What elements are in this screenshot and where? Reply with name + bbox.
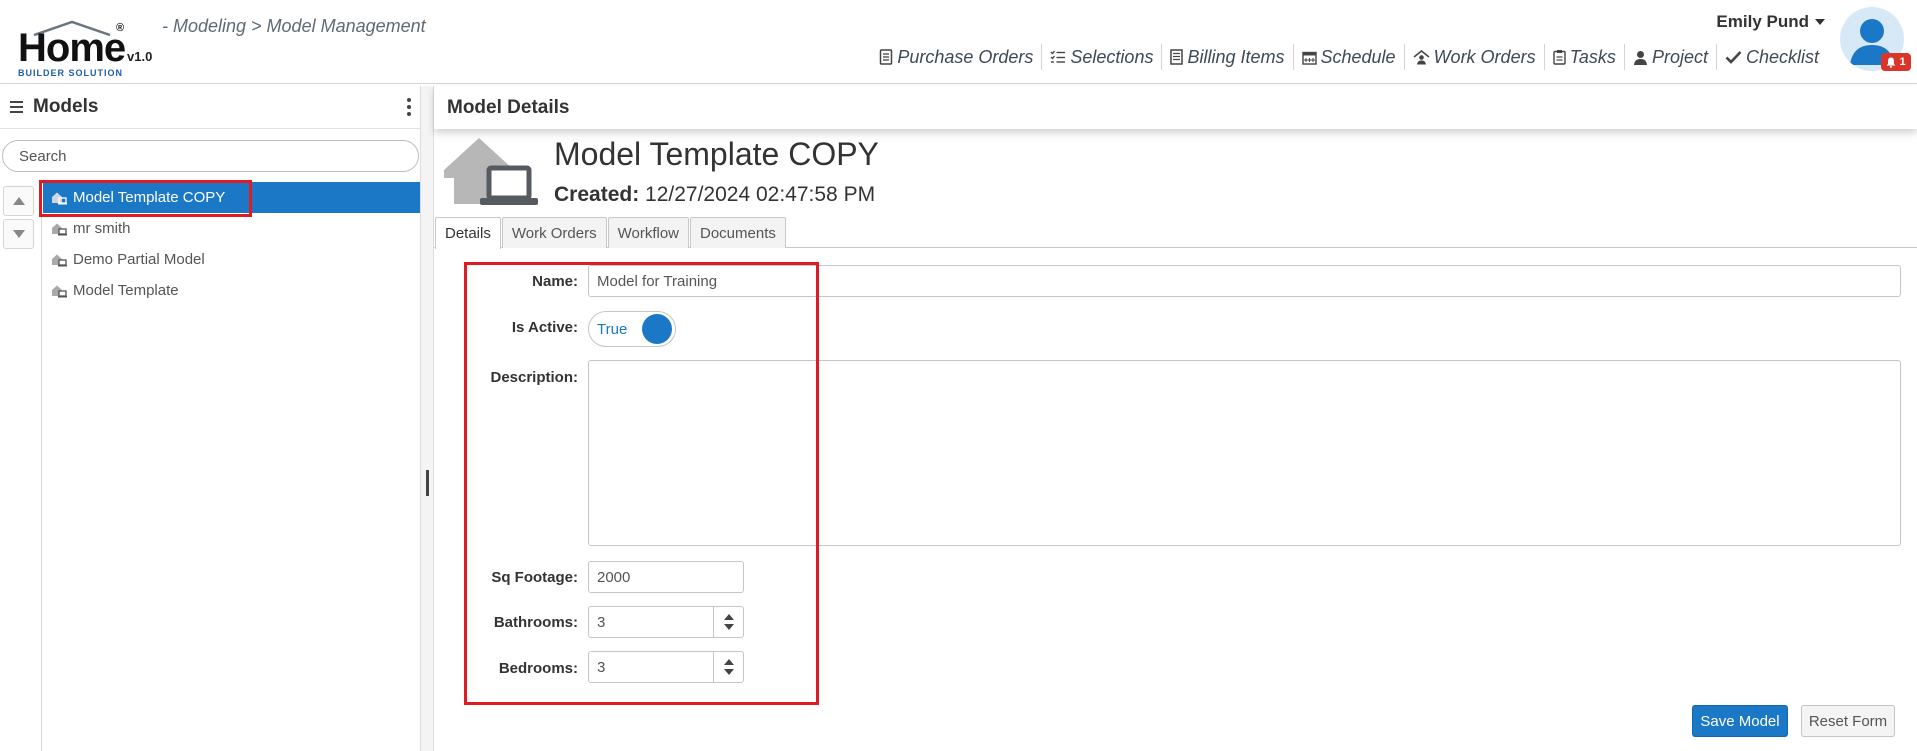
nav-selections[interactable]: Selections xyxy=(1041,44,1161,70)
nav-purchase-orders[interactable]: Purchase Orders xyxy=(871,44,1041,70)
bedrooms-spin-buttons[interactable] xyxy=(713,651,744,683)
logo-wordmark: Home xyxy=(18,26,126,70)
description-label: Description: xyxy=(490,369,578,386)
calendar-icon xyxy=(1301,51,1317,65)
tab-work-orders[interactable]: Work Orders xyxy=(501,217,607,248)
model-house-icon xyxy=(52,254,67,266)
increment-icon[interactable] xyxy=(724,659,734,665)
name-label: Name: xyxy=(532,273,578,290)
main-nav: Purchase Orders Selections Billing Items… xyxy=(871,44,1827,70)
splitter-handle[interactable] xyxy=(426,470,429,496)
bathrooms-label: Bathrooms: xyxy=(493,614,578,631)
save-model-button[interactable]: Save Model xyxy=(1692,705,1788,737)
tab-documents[interactable]: Documents xyxy=(690,217,786,248)
tree-item-demo-partial-model[interactable]: Demo Partial Model xyxy=(43,244,420,275)
model-house-laptop-icon xyxy=(444,138,538,205)
app-header: Home ® BUILDER SOLUTION v1.0 - Modeling … xyxy=(0,0,1917,84)
nav-schedule[interactable]: Schedule xyxy=(1292,44,1404,70)
toggle-knob xyxy=(642,314,672,344)
arrow-down-icon xyxy=(12,230,25,238)
bell-icon xyxy=(1886,57,1896,68)
tree-item-model-template[interactable]: Model Template xyxy=(43,275,420,306)
tree-item-model-template-copy[interactable]: Model Template COPY xyxy=(43,182,420,213)
checklist-icon xyxy=(1050,50,1066,63)
app-logo[interactable]: Home ® BUILDER SOLUTION v1.0 xyxy=(14,16,164,78)
logo-subtitle: BUILDER SOLUTION xyxy=(18,68,123,78)
decrement-icon[interactable] xyxy=(724,669,734,675)
name-input[interactable] xyxy=(588,265,1901,297)
notification-badge[interactable]: 1 xyxy=(1881,53,1911,71)
nav-billing-items[interactable]: Billing Items xyxy=(1161,44,1292,70)
sq-footage-input[interactable] xyxy=(588,561,744,593)
is-active-value: True xyxy=(597,320,628,338)
nav-project[interactable]: Project xyxy=(1623,44,1716,70)
is-active-toggle[interactable]: True xyxy=(588,311,676,347)
increment-icon[interactable] xyxy=(724,614,734,620)
details-tabs: Details Work Orders Workflow Documents xyxy=(434,217,1917,249)
app-version: v1.0 xyxy=(127,49,153,64)
house-worker-icon xyxy=(1413,49,1430,64)
models-panel-title: Models xyxy=(33,96,99,117)
model-name-heading: Model Template COPY xyxy=(554,136,879,172)
model-house-icon xyxy=(52,223,67,235)
models-panel-header: Models xyxy=(0,86,420,129)
ledger-icon xyxy=(1170,49,1184,65)
model-details-header: Model Details xyxy=(434,86,1917,129)
tab-details[interactable]: Details xyxy=(435,217,501,249)
reset-form-button[interactable]: Reset Form xyxy=(1801,705,1895,737)
model-created: Created: 12/27/2024 02:47:58 PM xyxy=(554,183,875,207)
arrow-up-icon xyxy=(12,197,25,205)
sq-footage-label: Sq Footage: xyxy=(491,569,578,586)
notification-count: 1 xyxy=(1899,56,1906,68)
document-icon xyxy=(880,49,893,65)
created-label: Created: xyxy=(554,183,640,206)
bedrooms-stepper xyxy=(588,651,744,683)
breadcrumb: - Modeling > Model Management xyxy=(162,16,426,36)
model-details-panel: Model Details Model Template COPY Create… xyxy=(434,86,1917,751)
move-up-button[interactable] xyxy=(3,186,34,216)
bathrooms-spin-buttons[interactable] xyxy=(713,606,744,638)
checkmark-icon xyxy=(1725,51,1742,64)
kebab-menu-icon[interactable] xyxy=(406,98,412,116)
caret-down-icon xyxy=(1815,19,1825,25)
models-panel: Models Model Template COPY mr smith Demo… xyxy=(0,86,420,751)
hamburger-menu-icon[interactable] xyxy=(10,101,23,113)
panel-splitter[interactable] xyxy=(420,86,434,751)
clipboard-icon xyxy=(1552,50,1566,65)
nav-checklist[interactable]: Checklist xyxy=(1715,44,1827,70)
logo-registered-mark: ® xyxy=(116,22,125,34)
description-textarea[interactable] xyxy=(588,360,1901,546)
decrement-icon[interactable] xyxy=(724,624,734,630)
models-tree: Model Template COPY mr smith Demo Partia… xyxy=(43,182,420,306)
models-search-input[interactable] xyxy=(2,140,419,172)
bathrooms-stepper xyxy=(588,606,744,638)
is-active-label: Is Active: xyxy=(511,319,578,336)
user-menu[interactable]: Emily Pund xyxy=(1716,12,1825,32)
model-house-icon xyxy=(52,192,67,204)
tab-workflow[interactable]: Workflow xyxy=(607,217,689,248)
model-house-icon xyxy=(52,285,67,297)
nav-work-orders[interactable]: Work Orders xyxy=(1403,44,1544,70)
reorder-column xyxy=(0,182,42,751)
created-value: 12/27/2024 02:47:58 PM xyxy=(645,183,876,206)
tree-item-mr-smith[interactable]: mr smith xyxy=(43,213,420,244)
nav-tasks[interactable]: Tasks xyxy=(1543,44,1624,70)
person-icon xyxy=(1633,50,1647,65)
model-details-title: Model Details xyxy=(447,96,570,118)
move-down-button[interactable] xyxy=(3,219,34,249)
user-name: Emily Pund xyxy=(1716,12,1809,31)
bedrooms-label: Bedrooms: xyxy=(498,660,578,677)
